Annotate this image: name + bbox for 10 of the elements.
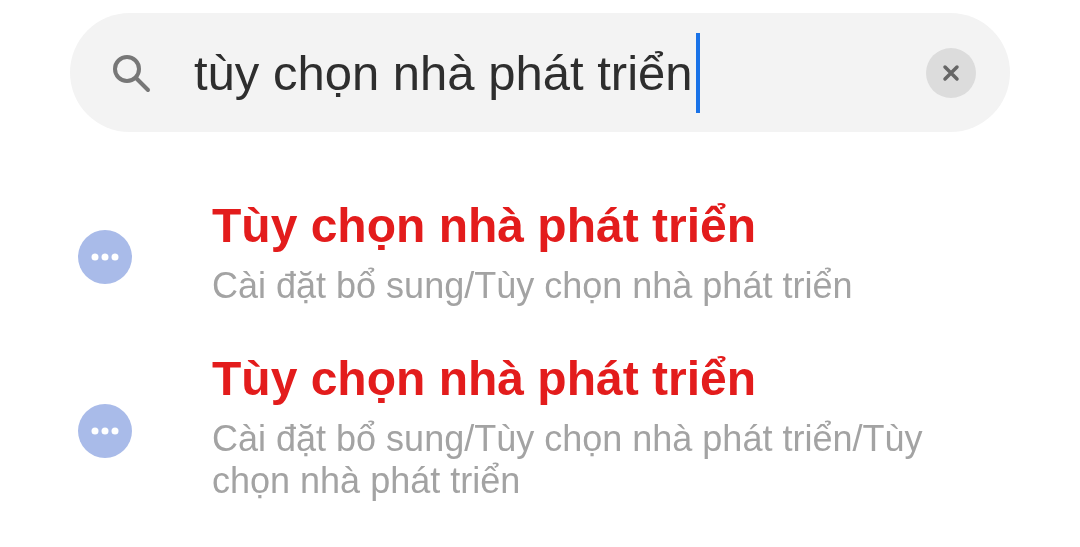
result-path: Cài đặt bổ sung/Tùy chọn nhà phát triển/Tùy chọn nhà phát triển [212,418,924,502]
search-query: tùy chọn nhà phát triển [194,44,693,101]
result-title[interactable]: Tùy chọn nhà phát triển [212,351,972,406]
more-icon [78,403,132,458]
close-icon [942,63,960,82]
search-field[interactable]: tùy chọn nhà phát triển [70,13,1010,132]
clear-button[interactable] [926,47,976,98]
result-title[interactable]: Tùy chọn nhà phát triển [212,198,972,253]
result-path: Cài đặt bổ sung/Tùy chọn nhà phát triển [212,265,854,307]
more-icon [78,229,132,284]
